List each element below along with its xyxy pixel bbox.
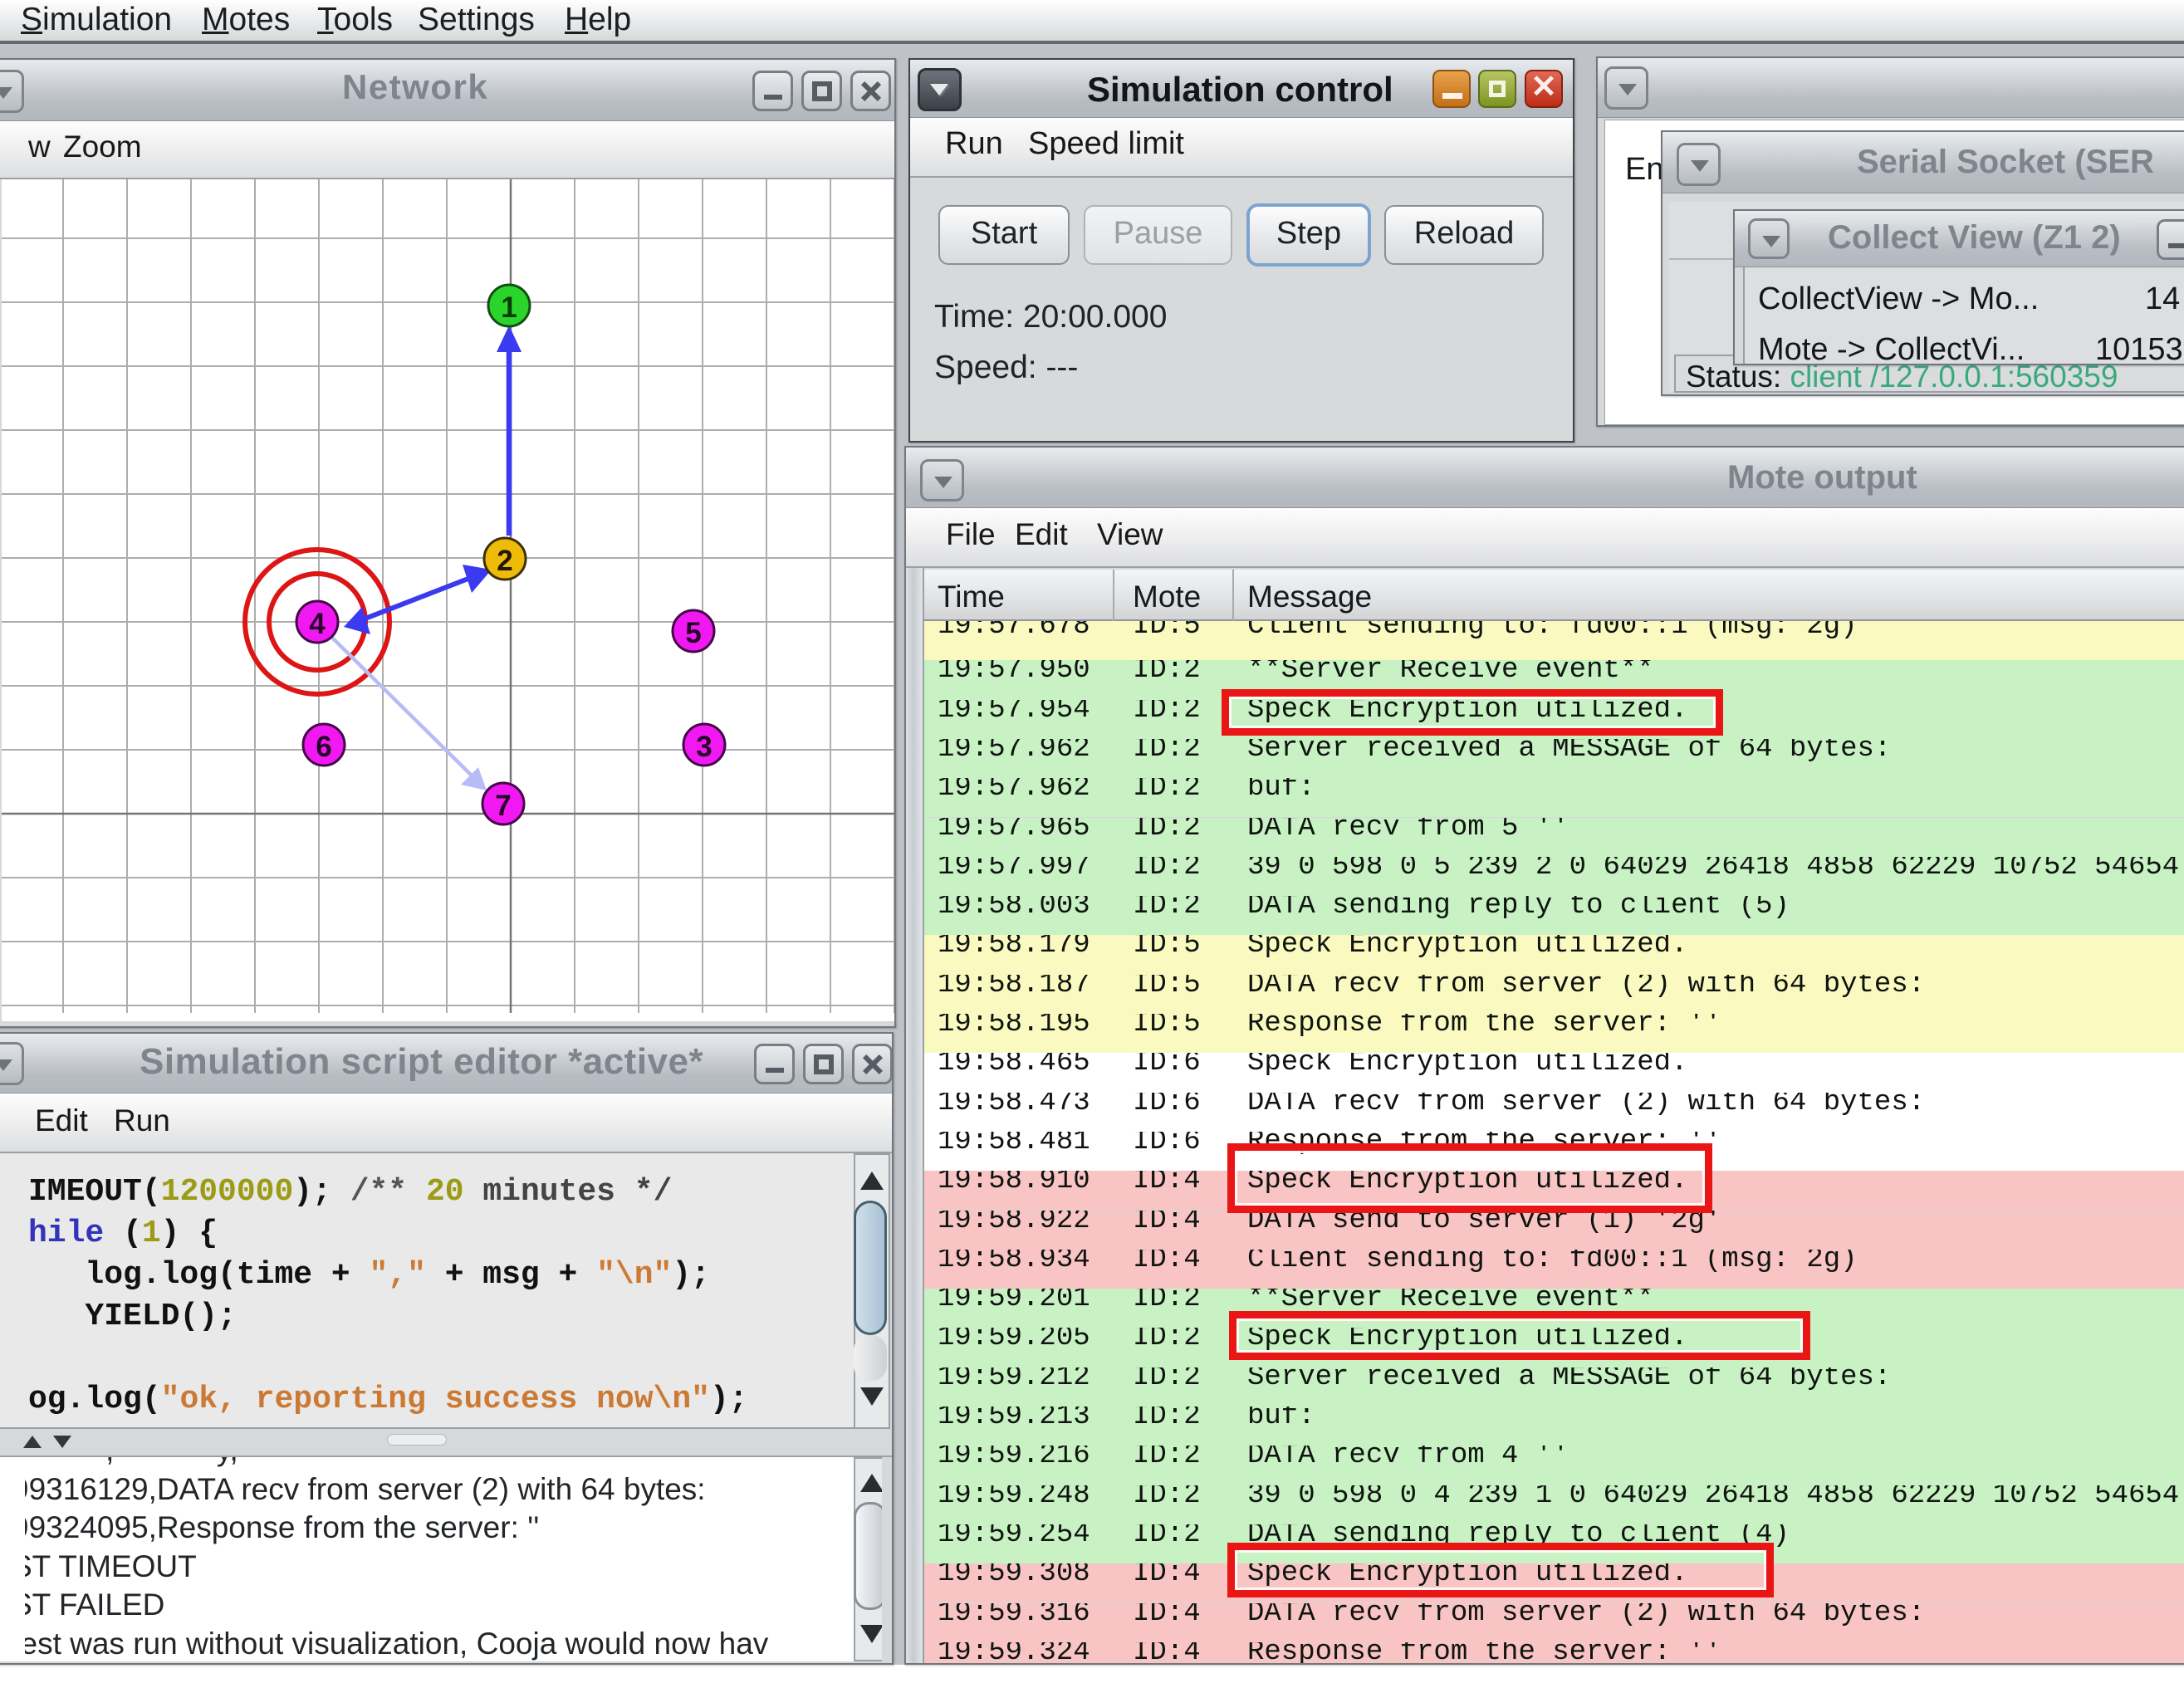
svg-text:2: 2 [497, 545, 512, 577]
svg-text:4: 4 [309, 608, 326, 640]
svg-text:7: 7 [495, 790, 511, 822]
svg-text:5: 5 [685, 617, 701, 649]
svg-text:6: 6 [316, 731, 331, 763]
svg-text:3: 3 [696, 731, 712, 763]
svg-text:1: 1 [501, 291, 517, 324]
